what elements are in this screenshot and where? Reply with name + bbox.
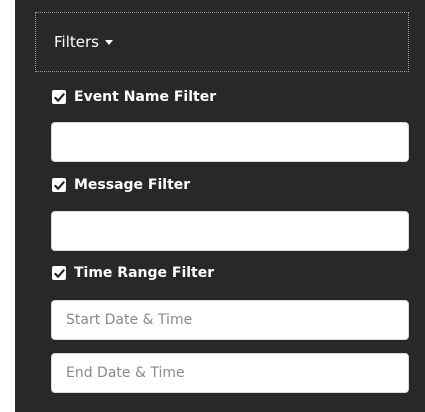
message-filter-checkbox-row[interactable]: Message Filter xyxy=(52,175,190,195)
time-range-filter-label: Time Range Filter xyxy=(74,265,215,281)
checkmark-icon xyxy=(53,180,65,190)
event-name-filter-checkbox-row[interactable]: Event Name Filter xyxy=(52,87,216,107)
filters-toggle-label: Filters xyxy=(54,33,99,51)
caret-down-icon xyxy=(104,40,113,45)
event-name-filter-input[interactable] xyxy=(51,122,409,162)
message-filter-label: Message Filter xyxy=(74,177,191,193)
message-filter-checkbox[interactable] xyxy=(52,178,66,192)
filters-dropdown-toggle[interactable]: Filters xyxy=(35,12,409,72)
time-range-filter-checkbox[interactable] xyxy=(52,266,66,280)
filters-panel: Filters Event Name Filter Message Filter… xyxy=(15,0,425,412)
checkmark-icon xyxy=(53,268,65,278)
time-range-filter-checkbox-row[interactable]: Time Range Filter xyxy=(52,263,214,283)
event-name-filter-label: Event Name Filter xyxy=(74,89,217,105)
checkmark-icon xyxy=(53,92,65,102)
end-date-time-input[interactable] xyxy=(51,353,409,393)
start-date-time-input[interactable] xyxy=(51,300,409,340)
event-name-filter-checkbox[interactable] xyxy=(52,90,66,104)
message-filter-input[interactable] xyxy=(51,211,409,251)
